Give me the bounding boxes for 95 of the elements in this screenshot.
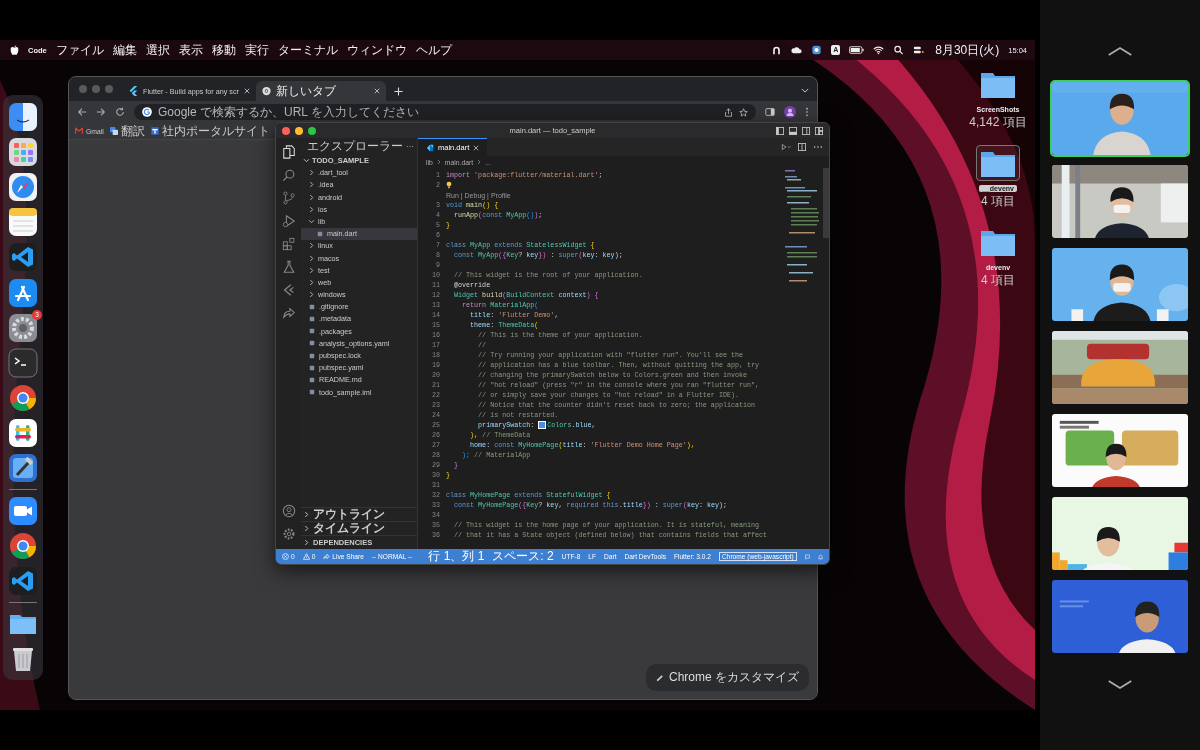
split-layout-icon[interactable] bbox=[802, 126, 810, 135]
translate-icon bbox=[109, 127, 118, 135]
status-item[interactable]: 行 1、列 1 bbox=[428, 548, 485, 564]
panel-section-header[interactable]: アウトライン bbox=[301, 507, 417, 521]
tab-search-icon[interactable] bbox=[801, 88, 809, 93]
mail-icon bbox=[75, 127, 83, 135]
star-icon[interactable] bbox=[739, 107, 748, 117]
forward-icon[interactable] bbox=[96, 107, 106, 117]
side-panel-icon[interactable] bbox=[765, 107, 775, 117]
menu-item[interactable]: 選択 bbox=[145, 41, 170, 59]
arch-icon[interactable] bbox=[771, 45, 783, 55]
pencil-icon bbox=[656, 673, 664, 682]
code-editor-icon[interactable] bbox=[8, 242, 38, 273]
search-icon[interactable] bbox=[893, 45, 905, 55]
menu-item[interactable]: ファイル bbox=[55, 41, 104, 59]
flask-icon[interactable] bbox=[281, 260, 296, 274]
panel-section-header[interactable]: タイムライン bbox=[301, 521, 417, 535]
menu-item[interactable]: 編集 bbox=[112, 41, 137, 59]
run-menu-icon[interactable] bbox=[781, 143, 791, 151]
menu-item[interactable]: ヘルプ bbox=[415, 41, 452, 59]
panel-toggle-icon[interactable] bbox=[789, 126, 797, 135]
browser-tab[interactable]: 新しいタブ bbox=[255, 81, 386, 101]
menu-bar-date[interactable]: 8月30日(火) bbox=[935, 41, 1000, 59]
settings-icon[interactable] bbox=[281, 527, 296, 541]
menu-item[interactable]: 表示 bbox=[178, 41, 203, 59]
wifi-icon[interactable] bbox=[873, 45, 885, 55]
apple-icon[interactable] bbox=[10, 44, 19, 56]
flutter-logo-icon bbox=[129, 86, 138, 96]
more-icon[interactable] bbox=[813, 143, 823, 151]
bookmark[interactable]: 翻訳 bbox=[109, 122, 145, 140]
source-control-icon[interactable] bbox=[281, 191, 296, 205]
split-editor-icon[interactable] bbox=[797, 143, 807, 151]
browser-logo-icon bbox=[261, 86, 271, 96]
customize-button[interactable]: Chrome をカスタマイズ bbox=[646, 664, 809, 691]
menu-item[interactable]: 移動 bbox=[211, 41, 236, 59]
browser-icon[interactable] bbox=[8, 383, 38, 414]
explorer-title: エクスプローラー bbox=[307, 137, 404, 155]
hash-icon[interactable] bbox=[8, 418, 38, 449]
chevron-logo-icon[interactable] bbox=[281, 283, 296, 297]
more-icon[interactable] bbox=[406, 144, 414, 148]
compass-icon[interactable] bbox=[8, 171, 38, 202]
share-arrow-icon bbox=[323, 553, 331, 560]
app-grid-icon[interactable] bbox=[8, 136, 38, 167]
chevron-up-icon[interactable] bbox=[1107, 46, 1133, 57]
control-center-icon[interactable] bbox=[913, 45, 925, 55]
close-icon[interactable] bbox=[373, 88, 380, 94]
bookmark[interactable]: 社内ポータルサイト bbox=[150, 122, 270, 140]
color-swatch[interactable] bbox=[538, 421, 547, 429]
chevron-icon bbox=[436, 159, 441, 165]
minimize-window-button[interactable] bbox=[295, 126, 303, 135]
app-store-icon[interactable] bbox=[8, 277, 38, 308]
files-icon[interactable] bbox=[281, 145, 296, 159]
close-window-button[interactable] bbox=[282, 126, 290, 135]
reload-icon[interactable] bbox=[115, 107, 125, 117]
hammer-icon[interactable] bbox=[8, 453, 38, 484]
layout-grid-icon[interactable] bbox=[815, 126, 823, 135]
close-icon[interactable] bbox=[473, 144, 480, 151]
zoom-window-button[interactable] bbox=[308, 126, 316, 135]
chevron-down-icon[interactable] bbox=[1107, 679, 1133, 690]
file-icon bbox=[317, 230, 323, 237]
app-icon[interactable] bbox=[811, 45, 823, 55]
profile-avatar[interactable] bbox=[784, 106, 796, 118]
cloud-icon[interactable] bbox=[791, 45, 803, 55]
folder-icon[interactable] bbox=[976, 145, 1020, 181]
status-item[interactable]: スペース: 2 bbox=[492, 548, 554, 564]
warning-icon bbox=[302, 553, 310, 560]
video-camera-icon[interactable] bbox=[8, 495, 38, 526]
close-icon[interactable] bbox=[243, 88, 250, 94]
share-arrow-icon[interactable] bbox=[281, 306, 296, 320]
menu-item[interactable]: ターミナル bbox=[277, 41, 338, 59]
more-icon[interactable] bbox=[805, 107, 809, 117]
notepad-icon[interactable] bbox=[8, 207, 38, 238]
sidebar-toggle-icon[interactable] bbox=[776, 126, 784, 135]
extensions-icon[interactable] bbox=[281, 237, 296, 251]
menu-item[interactable]: 実行 bbox=[244, 41, 269, 59]
page-icon bbox=[150, 127, 159, 135]
share-icon[interactable] bbox=[724, 107, 733, 117]
menu-item[interactable]: ウィンドウ bbox=[346, 41, 407, 59]
battery-icon[interactable] bbox=[849, 45, 865, 55]
error-icon bbox=[282, 553, 289, 560]
account-icon[interactable] bbox=[281, 504, 296, 518]
browser-icon[interactable] bbox=[8, 530, 38, 561]
chevron-icon bbox=[477, 159, 482, 165]
new-tab-button[interactable] bbox=[393, 87, 403, 96]
address-bar[interactable]: Google で検索するか、URL を入力してください bbox=[134, 104, 756, 120]
item-count: 4 項目 bbox=[981, 193, 1015, 210]
code-editor-icon[interactable] bbox=[8, 566, 38, 597]
search-engine-icon bbox=[142, 107, 152, 117]
terminal-icon[interactable] bbox=[8, 347, 38, 378]
run-debug-icon[interactable] bbox=[281, 214, 296, 228]
item-count: 4,142 項目 bbox=[969, 114, 1027, 131]
back-icon[interactable] bbox=[77, 107, 87, 117]
lightbulb-icon[interactable] bbox=[446, 181, 452, 189]
dart-file-icon bbox=[426, 143, 434, 152]
face-icon[interactable] bbox=[8, 101, 38, 132]
